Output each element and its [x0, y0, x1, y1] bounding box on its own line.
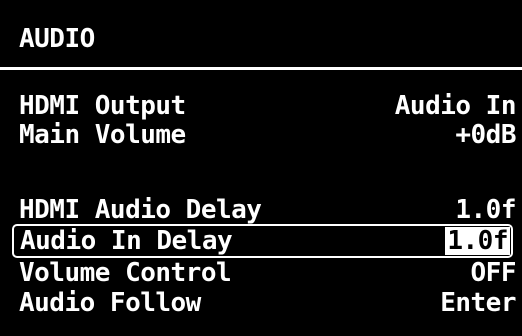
menu-title: AUDIO	[19, 24, 95, 54]
menu-item-hdmi-audio-delay[interactable]: HDMI Audio Delay 1.0f	[19, 195, 516, 225]
menu-item-label: HDMI Output	[19, 91, 186, 121]
menu-item-label: Main Volume	[19, 120, 186, 150]
menu-item-label: Audio In Delay	[20, 226, 233, 256]
menu-item-hdmi-output[interactable]: HDMI Output Audio In	[19, 91, 517, 121]
menu-item-main-volume[interactable]: Main Volume +0dB	[19, 120, 516, 150]
selected-value-highlight[interactable]: 1.0f	[445, 227, 510, 255]
osd-menu-screen: AUDIO HDMI Output Audio In Main Volume +…	[0, 0, 522, 336]
title-divider	[0, 67, 522, 70]
menu-item-label: HDMI Audio Delay	[19, 195, 262, 225]
menu-item-value: +0dB	[455, 120, 516, 150]
menu-item-value: Enter	[440, 288, 516, 318]
menu-item-value: Audio In	[394, 91, 517, 121]
menu-item-value: 1.0f	[455, 195, 516, 225]
menu-item-audio-follow[interactable]: Audio Follow Enter	[19, 288, 516, 318]
menu-item-audio-in-delay[interactable]: Audio In Delay 1.0f	[12, 224, 513, 258]
menu-item-label: Audio Follow	[19, 288, 201, 318]
menu-item-label: Volume Control	[19, 258, 232, 288]
menu-item-value: OFF	[470, 258, 517, 288]
menu-item-volume-control[interactable]: Volume Control OFF	[19, 258, 517, 288]
